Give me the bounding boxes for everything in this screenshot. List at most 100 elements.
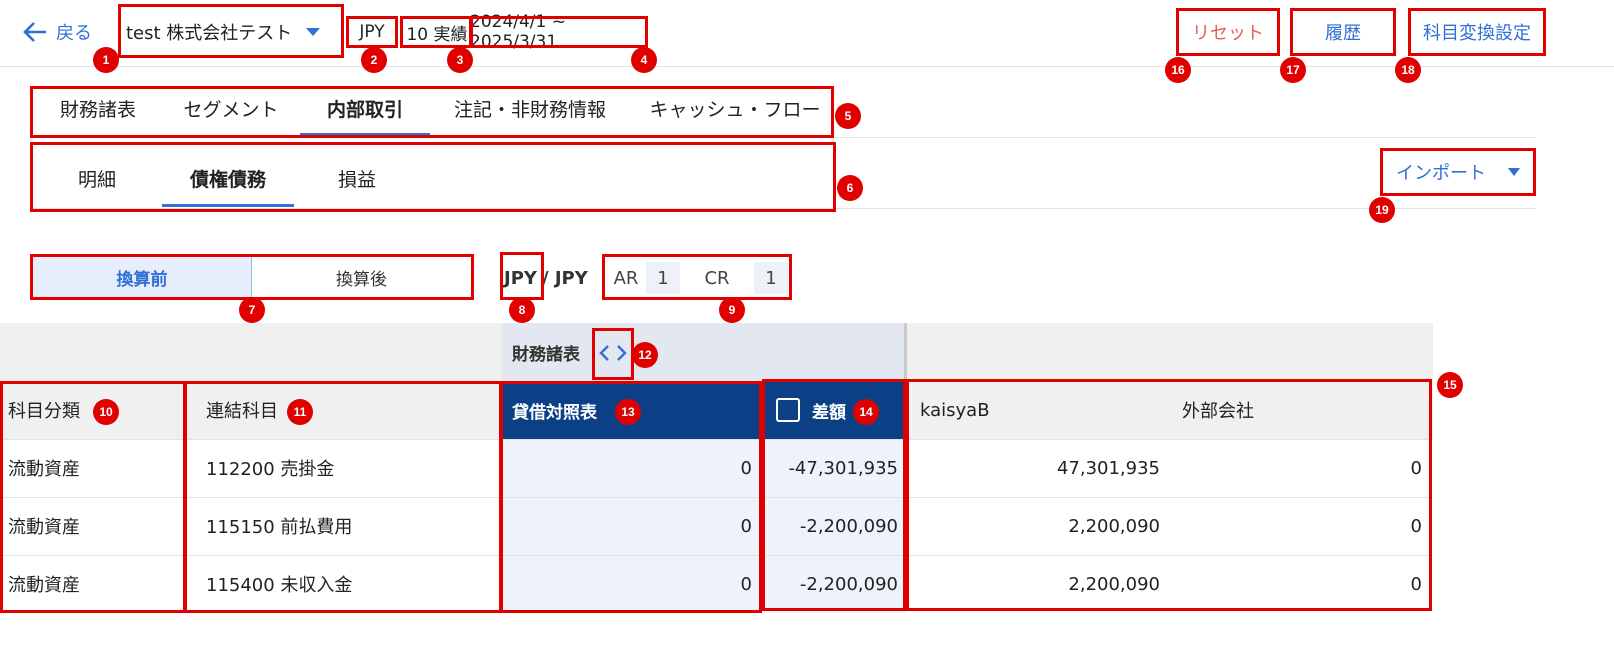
tab-label: 注記・非財務情報 <box>453 98 606 121</box>
expand-collapse-button[interactable] <box>596 334 630 372</box>
tab-financial-statements[interactable]: 財務諸表 <box>42 84 154 132</box>
tab-label: セグメント <box>183 98 279 121</box>
import-button[interactable]: インポート <box>1382 150 1534 194</box>
history-label: 履歴 <box>1325 23 1361 44</box>
cell-account: 115150 前払費用 <box>206 517 353 538</box>
history-button[interactable]: 履歴 <box>1292 10 1394 54</box>
col-header-category[interactable]: 科目分類 <box>8 381 80 439</box>
tab-notes[interactable]: 注記・非財務情報 <box>436 84 624 132</box>
annotation-badge: 13 <box>615 399 641 425</box>
cell-bs: 0 <box>740 457 752 479</box>
account-mapping-button[interactable]: 科目変換設定 <box>1410 10 1544 54</box>
subtab-label: 損益 <box>337 168 376 191</box>
annotation-badge: 10 <box>93 399 119 425</box>
group-divider <box>904 323 907 381</box>
subtab-profit-loss[interactable]: 損益 <box>310 154 404 202</box>
cell-bs: 0 <box>740 573 752 595</box>
currency-from[interactable]: JPY <box>504 268 542 289</box>
col-header-diff[interactable]: 差額 <box>812 381 846 439</box>
tab-segment[interactable]: セグメント <box>166 84 296 132</box>
cell-diff: -47,301,935 <box>788 457 898 479</box>
cell-account: 112200 売掛金 <box>206 459 335 480</box>
subtab-receivables-payables[interactable]: 債権債務 <box>162 154 294 202</box>
subtab-active-indicator <box>162 204 294 207</box>
tab-cash-flow[interactable]: キャッシュ・フロー <box>638 84 832 132</box>
cell-diff: -2,200,090 <box>799 573 898 595</box>
cell-diff: -2,200,090 <box>799 515 898 537</box>
tab-active-indicator <box>300 133 430 136</box>
table-group-label: 財務諸表 <box>512 344 580 365</box>
annotation-badge: 9 <box>719 297 745 323</box>
currency-pair: JPY / JPY <box>504 258 588 298</box>
conversion-after-label: 換算後 <box>336 269 387 290</box>
ar-label: AR <box>613 267 639 289</box>
annotation-badge: 14 <box>853 399 879 425</box>
conversion-before-button[interactable]: 換算前 <box>33 257 252 297</box>
annotation-badge: 19 <box>1369 197 1395 223</box>
annotation-badge: 12 <box>632 342 658 368</box>
subtab-label: 債権債務 <box>189 168 266 191</box>
conversion-before-label: 換算前 <box>116 269 168 290</box>
exchange-rates: AR 1 CR 1 <box>606 258 790 298</box>
cell-company-b: 47,301,935 <box>1056 457 1160 479</box>
code-brackets-icon <box>599 345 627 361</box>
tabs-divider <box>30 137 1536 138</box>
reset-label: リセット <box>1192 23 1264 44</box>
reset-button[interactable]: リセット <box>1178 10 1278 54</box>
conversion-after-button[interactable]: 換算後 <box>252 257 471 297</box>
annotation-badge: 6 <box>837 175 863 201</box>
back-button[interactable]: 戻る <box>22 16 92 48</box>
period-label: 2024/4/1 ~ 2025/3/31 <box>470 12 566 52</box>
currency-to: / JPY <box>542 267 588 289</box>
diff-checkbox[interactable] <box>776 398 800 422</box>
arrow-left-icon <box>23 22 46 42</box>
tab-label: 財務諸表 <box>59 98 136 121</box>
annotation-badge: 2 <box>361 47 387 73</box>
currency-label: JPY <box>359 22 385 42</box>
subtabs-divider <box>30 208 1536 209</box>
annotation-badge: 11 <box>287 399 313 425</box>
tab-intercompany[interactable]: 内部取引 <box>300 84 430 132</box>
annotation-badge: 16 <box>1165 57 1191 83</box>
col-header-company-b[interactable]: kaisyaB <box>920 381 990 439</box>
chevron-down-icon <box>306 28 321 36</box>
chevron-down-icon <box>1508 168 1520 176</box>
cell-account: 115400 未収入金 <box>206 575 353 596</box>
cell-company-b: 2,200,090 <box>1068 515 1160 537</box>
tab-label: キャッシュ・フロー <box>649 98 821 121</box>
cell-category: 流動資産 <box>8 459 80 480</box>
col-header-account[interactable]: 連結科目 <box>206 381 278 439</box>
annotation-badge: 18 <box>1395 57 1421 83</box>
cell-category: 流動資産 <box>8 517 80 538</box>
annotation-badge: 1 <box>93 47 119 73</box>
col-header-bs[interactable]: 貸借対照表 <box>512 381 597 439</box>
annotation-badge: 15 <box>1437 372 1463 398</box>
conversion-toggle: 換算前 換算後 <box>32 256 472 298</box>
ar-value[interactable]: 1 <box>646 262 680 294</box>
subtab-details[interactable]: 明細 <box>50 154 144 202</box>
cell-external: 0 <box>1410 573 1422 595</box>
annotation-badge: 17 <box>1280 57 1306 83</box>
annotation-badge: 3 <box>447 47 473 73</box>
annotation-badge: 7 <box>239 297 265 323</box>
cell-external: 0 <box>1410 457 1422 479</box>
cell-company-b: 2,200,090 <box>1068 573 1160 595</box>
import-label: インポート <box>1396 163 1486 184</box>
annotation-badge: 5 <box>835 103 861 129</box>
annotation-box <box>30 142 836 212</box>
account-mapping-label: 科目変換設定 <box>1423 23 1531 44</box>
header-divider <box>0 66 1614 67</box>
cell-bs: 0 <box>740 515 752 537</box>
cell-category: 流動資産 <box>8 575 80 596</box>
col-header-external[interactable]: 外部会社 <box>1182 381 1254 439</box>
annotation-badge: 8 <box>509 297 535 323</box>
cell-external: 0 <box>1410 515 1422 537</box>
company-name: test 株式会社テスト <box>126 23 293 44</box>
back-label: 戻る <box>56 23 92 44</box>
actual-label: 10 実績 <box>406 24 468 45</box>
company-select[interactable]: test 株式会社テスト <box>126 16 321 48</box>
cr-value[interactable]: 1 <box>754 262 788 294</box>
tab-label: 内部取引 <box>326 98 403 121</box>
cr-label: CR <box>704 267 730 289</box>
annotation-badge: 4 <box>631 47 657 73</box>
